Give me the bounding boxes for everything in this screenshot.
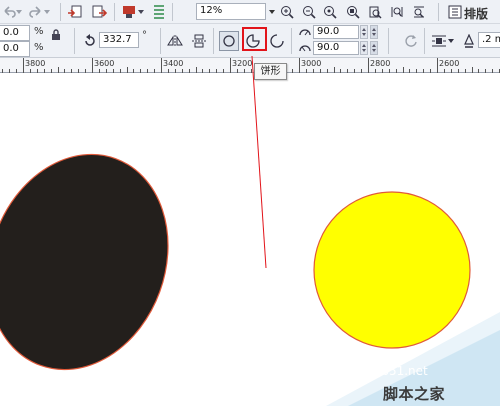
shapes-layer [0,55,500,406]
dark-ellipse-shape[interactable] [0,129,197,395]
annotation-line [251,55,267,269]
tooltip-text: 饼形 [260,66,281,77]
watermark-url: jb51.net [378,364,428,378]
watermark-text: 脚本之家 [383,385,446,403]
coreldraw-window: 12% 排版 0.0 % 0.0 % 332.7 ° 90.0 90.0 .2 … [0,0,500,406]
pie-tooltip: 饼形 [254,63,287,80]
pie-button-highlight [242,27,267,51]
yellow-circle-shape[interactable] [313,191,471,349]
